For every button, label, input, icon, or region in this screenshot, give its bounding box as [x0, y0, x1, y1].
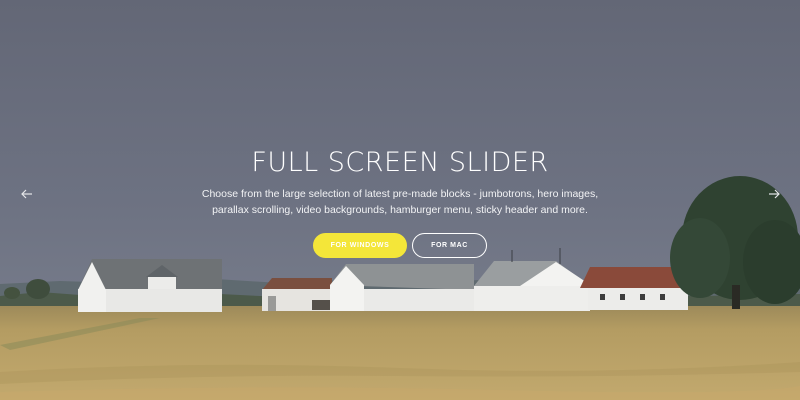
hero-description: Choose from the large selection of lates… — [201, 188, 599, 216]
hero-content: FULL SCREEN SLIDER Choose from the large… — [0, 146, 800, 258]
hero-title: FULL SCREEN SLIDER — [251, 147, 549, 178]
slider-next-button[interactable] — [766, 186, 782, 202]
arrow-left-icon — [21, 189, 32, 199]
arrow-right-icon — [769, 189, 780, 199]
slider-prev-button[interactable] — [19, 186, 35, 202]
for-windows-button[interactable]: FOR WINDOWS — [313, 233, 407, 258]
for-mac-button[interactable]: FOR MAC — [412, 233, 487, 258]
full-screen-slider: FULL SCREEN SLIDER Choose from the large… — [0, 0, 800, 400]
hero-buttons: FOR WINDOWS FOR MAC — [0, 233, 800, 258]
